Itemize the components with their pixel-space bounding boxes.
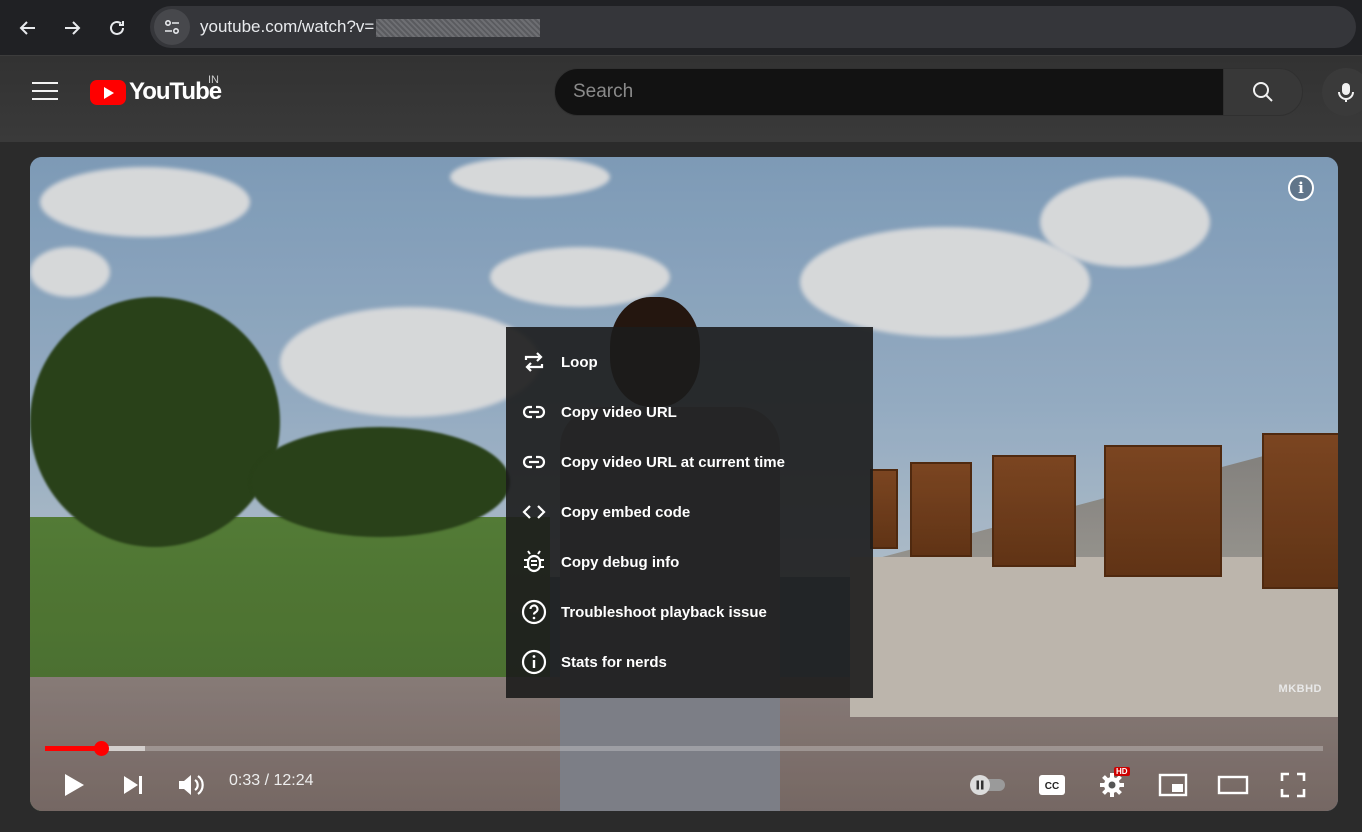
theater-mode-icon xyxy=(1217,775,1249,795)
youtube-play-logo-icon xyxy=(90,79,126,105)
mute-button[interactable] xyxy=(171,765,211,805)
menu-item-label: Copy debug info xyxy=(561,553,680,571)
progress-bar[interactable] xyxy=(45,741,1323,756)
volume-icon xyxy=(179,775,204,795)
subtitles-button[interactable]: CC xyxy=(1032,765,1072,805)
back-button[interactable] xyxy=(12,12,44,44)
voice-search-button[interactable] xyxy=(1322,68,1362,116)
time-display: 0:33 / 12:24 xyxy=(229,772,314,789)
info-icon xyxy=(521,649,547,675)
loop-icon xyxy=(524,352,544,372)
miniplayer-icon xyxy=(1158,773,1188,797)
tune-icon xyxy=(164,19,180,35)
menu-item-troubleshoot[interactable]: Troubleshoot playback issue xyxy=(506,587,873,637)
player-context-menu: Loop Copy video URL Copy video URL at cu… xyxy=(506,327,873,698)
menu-item-copy-debug-info[interactable]: Copy debug info xyxy=(506,537,873,587)
help-icon xyxy=(521,599,547,625)
menu-item-label: Loop xyxy=(561,353,598,371)
bug-icon xyxy=(524,550,544,573)
hd-badge: HD xyxy=(1114,767,1130,776)
region-code: IN xyxy=(208,74,219,86)
autoplay-toggle[interactable] xyxy=(966,765,1010,805)
fullscreen-icon xyxy=(1280,772,1306,798)
miniplayer-button[interactable] xyxy=(1153,765,1193,805)
skip-next-icon xyxy=(124,776,142,794)
menu-item-copy-embed-code[interactable]: Copy embed code xyxy=(506,487,873,537)
menu-item-stats-for-nerds[interactable]: Stats for nerds xyxy=(506,637,873,687)
info-icon: i xyxy=(1298,179,1304,197)
youtube-logo[interactable]: YouTube IN xyxy=(90,74,222,106)
menu-item-label: Troubleshoot playback issue xyxy=(561,603,767,621)
url-redacted xyxy=(376,18,541,37)
search-button[interactable] xyxy=(1223,68,1303,116)
link-icon xyxy=(522,405,546,419)
youtube-header: YouTube IN xyxy=(0,56,1362,142)
hamburger-menu-icon[interactable] xyxy=(32,82,58,102)
menu-item-label: Copy embed code xyxy=(561,503,691,521)
reload-icon xyxy=(110,20,124,35)
search-input[interactable] xyxy=(573,81,1173,103)
search-box xyxy=(554,68,1224,116)
next-button[interactable] xyxy=(113,765,153,805)
video-player[interactable]: i MKBHD Loop Copy video URL Copy video U… xyxy=(30,157,1338,811)
forward-button[interactable] xyxy=(56,12,88,44)
site-settings-button[interactable] xyxy=(154,9,190,45)
url-text: youtube.com/watch?v= xyxy=(200,17,541,37)
svg-text:CC: CC xyxy=(1045,781,1059,792)
code-icon xyxy=(522,505,546,519)
channel-watermark[interactable]: MKBHD xyxy=(1279,683,1322,695)
address-bar[interactable]: youtube.com/watch?v= xyxy=(150,6,1356,48)
progress-played xyxy=(45,746,102,751)
menu-item-loop[interactable]: Loop xyxy=(506,337,873,387)
reload-button[interactable] xyxy=(101,12,133,44)
browser-toolbar: youtube.com/watch?v= xyxy=(0,0,1362,56)
menu-item-copy-video-url[interactable]: Copy video URL xyxy=(506,387,873,437)
arrow-left-icon xyxy=(19,21,35,35)
menu-item-label: Copy video URL at current time xyxy=(561,453,785,471)
menu-item-label: Stats for nerds xyxy=(561,653,667,671)
player-controls: 0:33 / 12:24 CC HD xyxy=(30,757,1338,811)
arrow-right-icon xyxy=(65,21,81,35)
video-info-button[interactable]: i xyxy=(1288,175,1314,201)
play-icon xyxy=(65,774,84,796)
fullscreen-button[interactable] xyxy=(1273,765,1313,805)
menu-item-label: Copy video URL xyxy=(561,403,677,421)
microphone-icon xyxy=(1338,83,1354,102)
search-icon xyxy=(1253,82,1273,102)
settings-button[interactable]: HD xyxy=(1092,765,1132,805)
link-icon xyxy=(522,455,546,469)
closed-captions-icon: CC xyxy=(1039,775,1065,795)
menu-item-copy-url-current-time[interactable]: Copy video URL at current time xyxy=(506,437,873,487)
play-button[interactable] xyxy=(54,765,94,805)
autoplay-toggle-icon xyxy=(970,775,1005,795)
theater-mode-button[interactable] xyxy=(1213,765,1253,805)
